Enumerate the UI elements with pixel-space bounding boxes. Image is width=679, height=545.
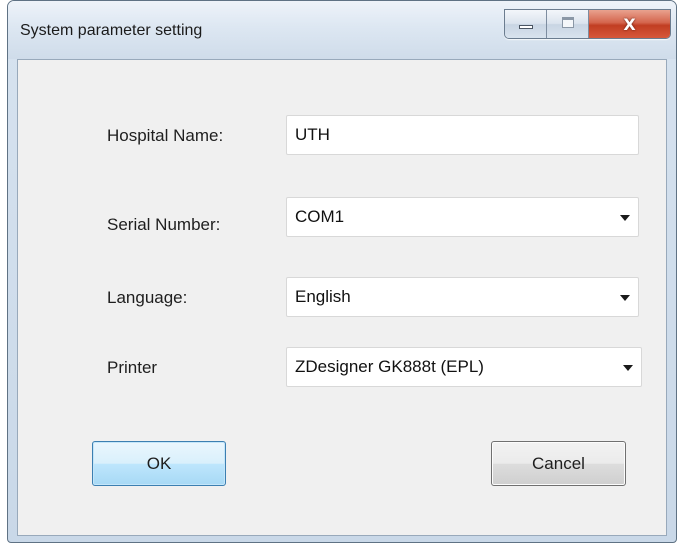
language-label: Language: — [107, 288, 188, 307]
chevron-down-icon — [620, 215, 630, 221]
maximize-button[interactable] — [547, 10, 589, 38]
hospital-name-value: UTH — [295, 125, 330, 144]
ok-button[interactable]: OK — [92, 441, 226, 486]
printer-label: Printer — [107, 358, 158, 377]
window-title: System parameter setting — [20, 22, 203, 39]
maximize-icon — [562, 17, 574, 28]
title-bar[interactable]: System parameter setting X — [8, 1, 676, 59]
language-select[interactable]: English — [286, 277, 639, 317]
window-controls: X — [504, 9, 671, 39]
printer-select[interactable]: ZDesigner GK888t (EPL) — [286, 347, 642, 387]
dialog-window: System parameter setting X Hospital Name… — [7, 0, 677, 543]
serial-number-select[interactable]: COM1 — [286, 197, 639, 237]
language-value: English — [295, 287, 351, 306]
close-button[interactable]: X — [589, 10, 670, 38]
chevron-down-icon — [623, 365, 633, 371]
hospital-name-label: Hospital Name: — [107, 126, 224, 145]
serial-number-label: Serial Number: — [107, 215, 221, 234]
chevron-down-icon — [620, 295, 630, 301]
cancel-button[interactable]: Cancel — [491, 441, 626, 486]
minimize-button[interactable] — [505, 10, 547, 38]
serial-number-value: COM1 — [295, 207, 345, 226]
hospital-name-input[interactable]: UTH — [286, 115, 639, 155]
close-icon: X — [623, 14, 636, 34]
printer-value: ZDesigner GK888t (EPL) — [295, 357, 484, 376]
minimize-icon — [519, 25, 533, 29]
